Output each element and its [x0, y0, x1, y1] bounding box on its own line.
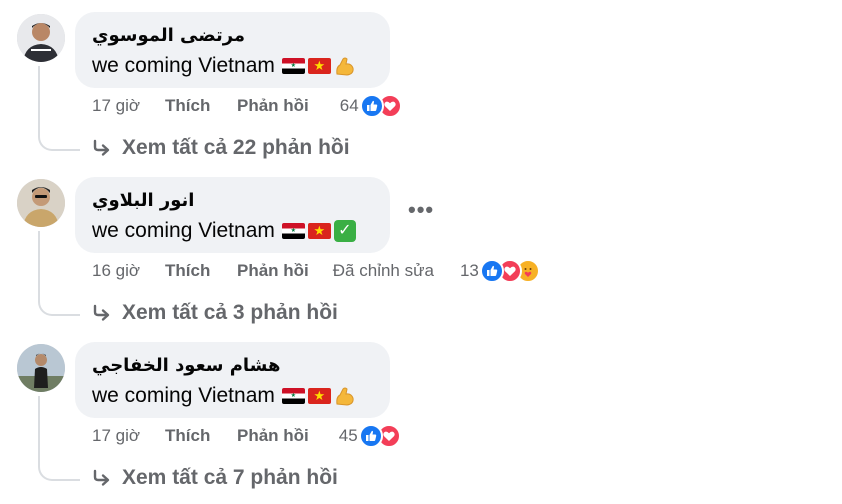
like-button[interactable]: Thích [165, 96, 237, 116]
iraq-flag-icon: ★ [281, 388, 305, 404]
reply-arrow-icon [92, 139, 112, 157]
reaction-count[interactable]: 45 [339, 426, 358, 446]
reply-button[interactable]: Phản hồi [237, 96, 309, 116]
view-replies-label: Xem tất cả 7 phản hồi [122, 466, 338, 489]
view-all-replies-link[interactable]: Xem tất cả 7 phản hồi [92, 464, 338, 492]
author-name[interactable]: مرتضى الموسوي [92, 24, 373, 48]
reaction-count[interactable]: 64 [340, 96, 359, 116]
reply-arrow-icon [92, 304, 112, 322]
vietnam-flag-icon: ★ [307, 223, 331, 239]
like-button[interactable]: Thích [165, 261, 237, 281]
avatar-image [17, 179, 65, 227]
flexed-biceps-icon [334, 55, 356, 77]
comment: مرتضى الموسوي we coming Vietnam ★ ★ 17 g… [0, 0, 842, 165]
timestamp[interactable]: 16 giờ [92, 261, 165, 281]
comment-text: we coming Vietnam [92, 384, 275, 407]
reply-thread-line [38, 231, 80, 316]
view-replies-label: Xem tất cả 3 phản hồi [122, 301, 338, 324]
comment-bubble: هشام سعود الخفاجي we coming Vietnam ★ ★ [75, 342, 390, 418]
more-options-button[interactable]: ••• [408, 199, 434, 221]
avatar[interactable] [17, 344, 65, 392]
comment-actions: 17 giờ Thích Phản hồi 64 [92, 94, 402, 118]
like-reaction-icon [358, 424, 383, 448]
reaction-count[interactable]: 13 [460, 261, 479, 281]
iraq-flag-icon: ★ [281, 58, 305, 74]
reaction-summary[interactable] [358, 424, 401, 448]
like-reaction-icon [359, 94, 384, 118]
comment: هشام سعود الخفاجي we coming Vietnam ★ ★ … [0, 330, 842, 495]
timestamp[interactable]: 17 giờ [92, 426, 165, 446]
view-all-replies-link[interactable]: Xem tất cả 22 phản hồi [92, 134, 350, 162]
comment: انور البلاوي we coming Vietnam ★ ★ ✓ •••… [0, 165, 842, 330]
comment-bubble: مرتضى الموسوي we coming Vietnam ★ ★ [75, 12, 390, 88]
comment-actions: 16 giờ Thích Phản hồi Đã chỉnh sửa 13 [92, 259, 540, 283]
view-all-replies-link[interactable]: Xem tất cả 3 phản hồi [92, 299, 338, 327]
comment-text: we coming Vietnam [92, 219, 275, 242]
avatar[interactable] [17, 179, 65, 227]
comment-text: we coming Vietnam [92, 54, 275, 77]
check-mark-icon: ✓ [333, 220, 356, 242]
author-name[interactable]: انور البلاوي [92, 189, 373, 213]
avatar-image [17, 344, 65, 392]
reply-thread-line [38, 396, 80, 481]
vietnam-flag-icon: ★ [307, 388, 331, 404]
like-button[interactable]: Thích [165, 426, 237, 446]
like-reaction-icon [479, 259, 504, 283]
edited-label: Đã chỉnh sửa [332, 261, 434, 280]
reply-button[interactable]: Phản hồi [237, 261, 309, 281]
flexed-biceps-icon [334, 385, 356, 407]
comment-actions: 17 giờ Thích Phản hồi 45 [92, 424, 401, 448]
comment-bubble: انور البلاوي we coming Vietnam ★ ★ ✓ [75, 177, 390, 253]
vietnam-flag-icon: ★ [307, 58, 331, 74]
reply-arrow-icon [92, 469, 112, 487]
avatar[interactable] [17, 14, 65, 62]
avatar-image [17, 14, 65, 62]
reaction-summary[interactable] [359, 94, 402, 118]
view-replies-label: Xem tất cả 22 phản hồi [122, 136, 350, 159]
reply-thread-line [38, 66, 80, 151]
iraq-flag-icon: ★ [281, 223, 305, 239]
author-name[interactable]: هشام سعود الخفاجي [92, 354, 373, 378]
reaction-summary[interactable] [479, 259, 540, 283]
reply-button[interactable]: Phản hồi [237, 426, 309, 446]
timestamp[interactable]: 17 giờ [92, 96, 165, 116]
